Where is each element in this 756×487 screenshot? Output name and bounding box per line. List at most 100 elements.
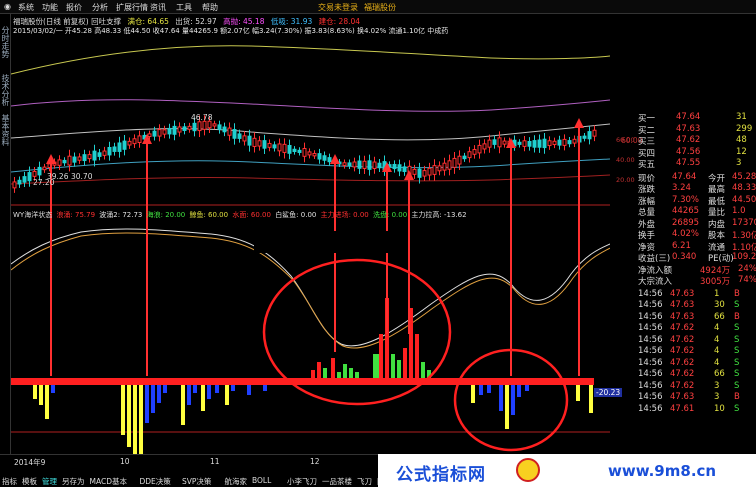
band-line-top [11,45,610,75]
indicator-label-shark: 白鲨鱼: 0.00 [275,211,317,219]
level-sell: 出货: 52.97 [175,17,217,26]
candle [282,138,287,159]
candle [12,176,17,193]
candle [362,155,367,175]
stat-value: 45.28 [732,171,756,182]
candle [527,137,532,151]
menu-system[interactable]: 系统 [18,2,34,13]
stat-value: 7.30% [672,194,700,205]
bottom-tab[interactable]: BOLL [252,476,271,485]
bottom-tab[interactable]: 航海家 [225,476,248,487]
bid-row: 买四 47.56 12 [636,146,756,159]
flow-value: 4924万 [700,265,731,276]
menu-tools[interactable]: 工具 [176,2,192,13]
bottom-tab[interactable]: 小李飞刀 [287,476,317,487]
stat-row: 收益(三) 0.340 PE(动) 109.2 [636,252,756,264]
candle [472,145,477,159]
candle [432,159,437,181]
menu-help[interactable]: 帮助 [202,2,218,13]
candle [102,146,107,160]
candle [182,123,187,135]
indicator-label-wash: 洗盘: 0.00 [373,211,408,219]
stat-value: 6.21 [672,240,691,251]
candle [492,135,497,149]
bottom-tab[interactable]: SVP决策 [182,476,211,487]
candle [232,123,237,145]
menu-extended-quote[interactable]: 扩展行情 [116,2,148,13]
bid-volume: 31 [736,112,747,122]
tick-row: 14:56 47.63 1 B [636,289,756,300]
candle [357,155,362,174]
candle [122,135,127,156]
bottom-tab[interactable]: 飞刀 [357,476,372,487]
tick-side: S [734,346,740,356]
tick-price: 47.63 [670,300,695,310]
price-label-2: 30.70 [71,172,93,181]
tab-fundamentals[interactable]: 基本资料 [1,114,10,146]
histogram-bar-down [207,385,211,399]
trade-login-status[interactable]: 交易未登录 [318,2,358,13]
histogram-bar-down [505,385,509,429]
candle [17,176,22,188]
tick-side: S [734,334,740,345]
menu-news[interactable]: 资讯 [150,2,166,13]
redaction-box [254,231,404,253]
bottom-tab[interactable]: 指标 [2,476,17,487]
candle [277,138,282,157]
candle [412,164,417,179]
histogram-bar-down [576,385,580,401]
bottom-tab[interactable]: 一品茶楼 [322,476,352,487]
bottom-tab[interactable]: 管理 [42,476,57,487]
candle [217,120,222,134]
tab-intraday[interactable]: 分时走势 [1,26,10,58]
bottom-tab[interactable]: 模板 [22,476,37,487]
menu-function[interactable]: 功能 [42,2,58,13]
bid-row: 买二 47.63 299 [636,124,756,136]
bid-label: 买二 [638,125,656,136]
candle [517,139,522,148]
candle [257,136,262,151]
bid-price: 47.64 [676,112,701,122]
tick-price: 47.63 [670,288,695,299]
candle [162,125,167,139]
candle [547,136,552,150]
watermark-banner: 公式指标网 www.9m8.cn [378,454,756,487]
tab-technical[interactable]: 技术分析 [1,74,10,106]
tick-time: 14:56 [638,392,663,402]
menu-quote[interactable]: 报价 [66,2,82,13]
stat-label: 总量 [638,208,656,218]
candle [272,141,277,152]
candle [592,125,597,142]
tick-row: 14:56 47.63 3 B [636,392,756,403]
candle [127,137,132,149]
tick-price: 47.62 [670,323,695,333]
stat-value: 3.24 [672,183,691,193]
bid-price: 47.56 [676,146,701,157]
flow-row: 大宗流入 3005万 74% [636,275,756,287]
bid-label: 买三 [638,137,656,147]
bottom-tab[interactable]: 另存为 [62,476,85,487]
candle [307,148,312,159]
tick-price: 47.62 [670,334,695,345]
stat-label: 涨跌 [638,185,656,195]
candle [287,139,292,160]
candle [442,157,447,176]
level-full-position: 满仓: 64.65 [127,17,169,26]
menu-analysis[interactable]: 分析 [92,2,108,13]
candle [347,159,352,170]
bottom-tab[interactable]: DDE决策 [140,476,171,487]
candle [107,141,112,161]
indicator-histogram [33,298,593,454]
histogram-bar-down [163,385,167,393]
histogram-bar-up [343,364,347,378]
tick-row: 14:56 47.63 66 B [636,312,756,323]
candle [482,139,487,154]
stock-name-link[interactable]: 福瑞股份 [364,2,396,13]
histogram-bar-up [397,360,401,378]
stat-row: 总量 44265 量比 1.0 [636,206,756,218]
bottom-tab[interactable]: MACD基本 [90,476,127,487]
tick-price: 47.62 [670,346,695,356]
flow-label: 净流入额 [638,265,673,276]
chart-title-text: 福瑞股份(日线 前复权) 回吐支撑 [13,17,122,26]
flow-row: 净流入额 4924万 24% [636,264,756,276]
